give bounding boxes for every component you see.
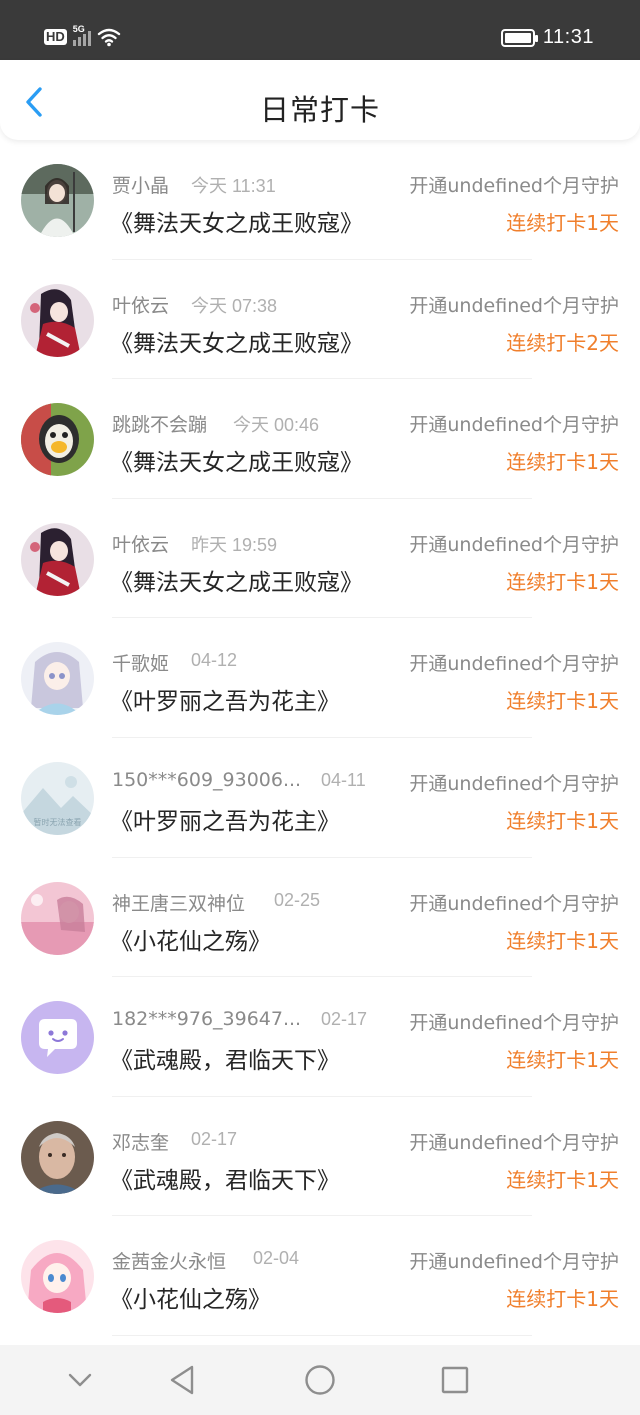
streak-badge: 连续打卡1天 (506, 450, 619, 475)
book-title[interactable]: 《小花仙之殇》 (110, 1280, 271, 1314)
checkin-time: 04-11 (321, 769, 366, 790)
avatar-caption: 暂时无法查看 (34, 817, 82, 827)
system-nav-bar (0, 1345, 640, 1415)
streak-badge: 连续打卡1天 (506, 569, 619, 594)
guard-text: 开通undefined个月守护 (409, 533, 619, 556)
home-circle-icon (305, 1365, 335, 1395)
guard-text: 开通undefined个月守护 (409, 1251, 619, 1274)
book-title[interactable]: 《舞法天女之成王败寇》 (110, 443, 363, 477)
nav-home-button[interactable] (302, 1362, 338, 1398)
user-name: 邓志奎 (112, 1131, 170, 1154)
status-time: 11:31 (542, 26, 594, 48)
list-item[interactable]: 千歌姬 04-12 《叶罗丽之吾为花主》 开通undefined个月守护 连续打… (0, 618, 640, 738)
checkin-time: 昨天 19:59 (191, 534, 278, 555)
divider (112, 1334, 532, 1336)
header: 日常打卡 (0, 60, 640, 140)
list-item[interactable]: 暂时无法查看 150***609_93006... 04-11 《叶罗丽之吾为花… (0, 738, 640, 858)
user-name: 叶依云 (112, 294, 170, 317)
hd-badge: HD (44, 29, 67, 45)
back-triangle-icon (170, 1365, 194, 1395)
streak-badge: 连续打卡1天 (506, 1287, 619, 1312)
avatar[interactable] (21, 642, 94, 716)
checkin-time: 04-12 (191, 650, 238, 671)
checkin-time: 02-25 (274, 889, 321, 910)
avatar[interactable] (21, 1240, 94, 1314)
avatar[interactable] (21, 403, 94, 477)
streak-badge: 连续打卡1天 (506, 928, 619, 953)
user-name: 金茜金火永恒 (112, 1251, 227, 1274)
guard-text: 开通undefined个月守护 (409, 414, 619, 437)
book-title[interactable]: 《叶罗丽之吾为花主》 (110, 682, 340, 716)
recents-square-icon (441, 1366, 469, 1394)
book-title[interactable]: 《小花仙之殇》 (110, 922, 271, 956)
checkin-time: 今天 11:31 (191, 176, 276, 196)
book-title[interactable]: 《舞法天女之成王败寇》 (110, 324, 363, 358)
avatar[interactable]: 暂时无法查看 (21, 761, 94, 835)
list-item[interactable]: 叶依云 今天 07:38 《舞法天女之成王败寇》 开通undefined个月守护… (0, 260, 640, 380)
book-title[interactable]: 《舞法天女之成王败寇》 (110, 563, 363, 597)
wifi-icon (97, 28, 120, 47)
user-name: 贾小晶 (112, 175, 170, 197)
user-name: 150***609_93006... (112, 768, 302, 791)
user-name: 神王唐三双神位 (112, 892, 246, 915)
list-item[interactable]: 金茜金火永恒 02-04 《小花仙之殇》 开通undefined个月守护 连续打… (0, 1216, 640, 1336)
checkin-time: 02-04 (253, 1248, 300, 1269)
avatar[interactable] (21, 283, 94, 357)
nav-recents-button[interactable] (437, 1362, 473, 1398)
list-item[interactable]: 跳跳不会蹦 今天 00:46 《舞法天女之成王败寇》 开通undefined个月… (0, 379, 640, 499)
streak-badge: 连续打卡1天 (506, 689, 619, 714)
avatar[interactable] (21, 1120, 94, 1194)
page-title: 日常打卡 (259, 93, 380, 127)
avatar[interactable] (21, 164, 94, 237)
list-item[interactable]: 182***976_39647... 02-17 《武魂殿，君临天下》 开通un… (0, 977, 640, 1097)
checkin-time: 02-17 (191, 1128, 238, 1149)
list-item[interactable]: 神王唐三双神位 02-25 《小花仙之殇》 开通undefined个月守护 连续… (0, 858, 640, 978)
streak-badge: 连续打卡1天 (506, 808, 619, 833)
avatar[interactable] (21, 1001, 94, 1075)
book-title[interactable]: 《武魂殿，君临天下》 (110, 1161, 340, 1195)
status-bar: HD 5G 11:31 (0, 0, 640, 60)
checkin-time: 02-17 (321, 1009, 368, 1030)
streak-badge: 连续打卡1天 (506, 1167, 619, 1192)
nav-back-button[interactable] (164, 1362, 200, 1398)
battery-icon (500, 28, 538, 47)
streak-badge: 连续打卡1天 (506, 1048, 619, 1073)
user-name: 跳跳不会蹦 (112, 414, 208, 437)
avatar[interactable] (21, 881, 94, 955)
guard-text: 开通undefined个月守护 (409, 653, 619, 676)
checkin-list: 贾小晶 今天 11:31 《舞法天女之成王败寇》 开通undefined个月守护… (0, 140, 640, 1336)
checkin-time: 今天 00:46 (233, 415, 320, 436)
status-left: HD 5G (44, 24, 121, 47)
book-title[interactable]: 《武魂殿，君临天下》 (110, 1041, 340, 1075)
checkin-time: 今天 07:38 (191, 295, 278, 316)
guard-text: 开通undefined个月守护 (409, 892, 619, 915)
user-name: 叶依云 (112, 533, 170, 556)
book-title[interactable]: 《叶罗丽之吾为花主》 (110, 802, 340, 836)
list-item[interactable]: 贾小晶 今天 11:31 《舞法天女之成王败寇》 开通undefined个月守护… (0, 140, 640, 260)
guard-text: 开通undefined个月守护 (409, 175, 619, 197)
user-name: 千歌姬 (112, 653, 170, 676)
book-title[interactable]: 《舞法天女之成王败寇》 (110, 204, 363, 238)
chevron-down-icon (68, 1373, 92, 1387)
guard-text: 开通undefined个月守护 (409, 772, 619, 795)
avatar[interactable] (21, 522, 94, 596)
streak-badge: 连续打卡2天 (506, 330, 619, 355)
list-item[interactable]: 叶依云 昨天 19:59 《舞法天女之成王败寇》 开通undefined个月守护… (0, 499, 640, 619)
list-item[interactable]: 邓志奎 02-17 《武魂殿，君临天下》 开通undefined个月守护 连续打… (0, 1097, 640, 1217)
streak-badge: 连续打卡1天 (506, 211, 619, 235)
user-name: 182***976_39647... (112, 1008, 302, 1031)
guard-text: 开通undefined个月守护 (409, 1131, 619, 1154)
hide-nav-button[interactable] (62, 1362, 98, 1398)
guard-text: 开通undefined个月守护 (409, 294, 619, 317)
status-right: 11:31 (500, 26, 594, 49)
guard-text: 开通undefined个月守护 (409, 1012, 619, 1035)
signal-icon: 5G (72, 24, 91, 46)
